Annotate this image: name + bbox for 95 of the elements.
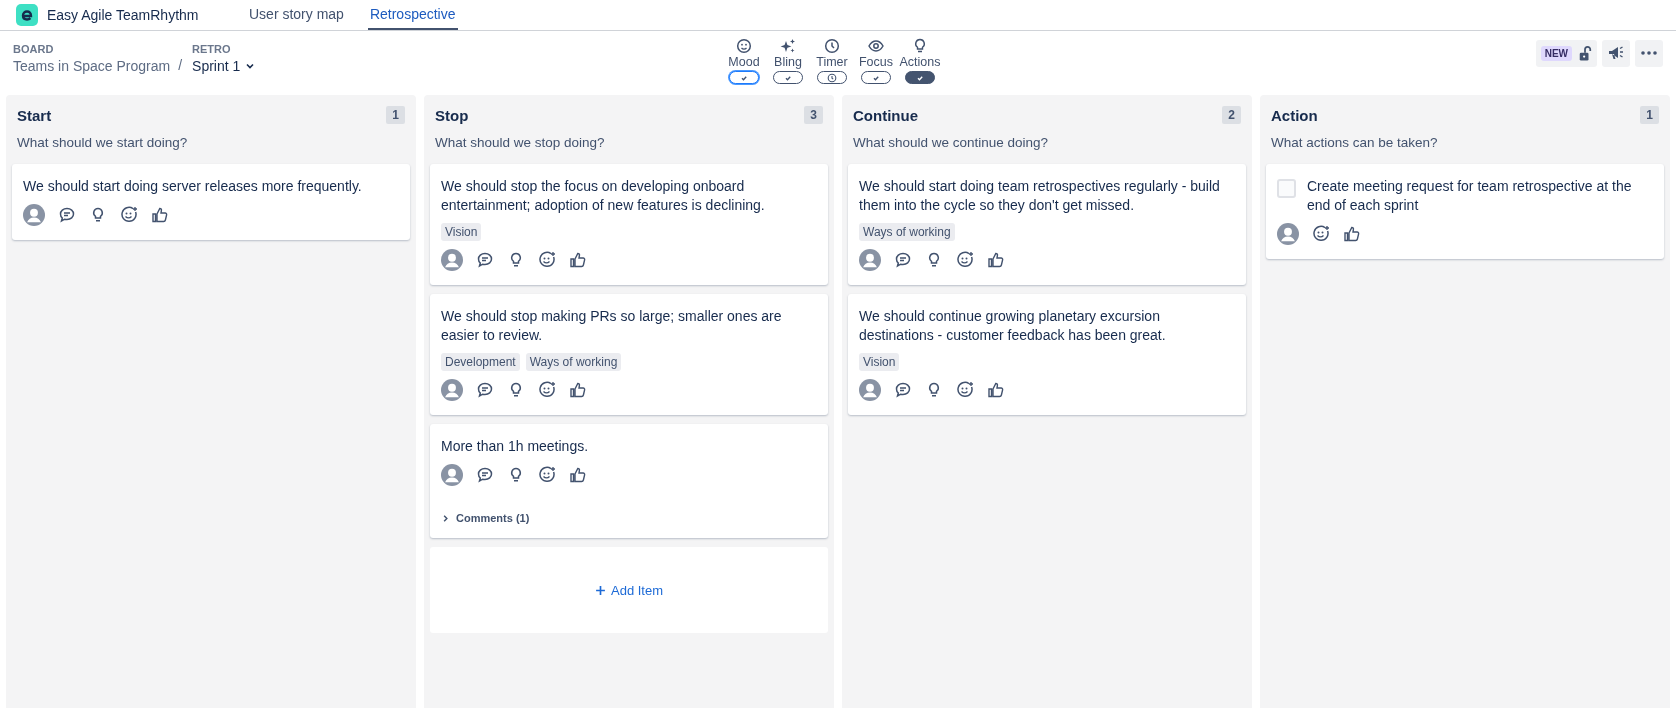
comment-icon[interactable]	[894, 251, 912, 269]
tool-toggle[interactable]	[817, 71, 847, 84]
chevron-right-icon	[441, 513, 450, 523]
card-text: We should start doing server releases more frequently.	[23, 177, 363, 196]
tool-label: Timer	[816, 55, 848, 69]
retro-dropdown[interactable]: Sprint 1	[192, 57, 256, 74]
lock-button[interactable]: NEW	[1535, 39, 1597, 67]
lightbulb-icon	[912, 38, 928, 54]
retro-card[interactable]: Create meeting request for team retrospective at the end of each sprint	[1266, 164, 1664, 259]
card-text: More than 1h meetings.	[441, 437, 590, 456]
thumbs-up-icon[interactable]	[1343, 225, 1361, 243]
avatar-icon[interactable]	[441, 379, 463, 401]
app-logo-icon	[16, 4, 38, 26]
retro-card[interactable]: We should continue growing planetary excursion destinations - customer feedback has been great. Vision	[848, 294, 1246, 415]
add-reaction-icon[interactable]	[956, 251, 974, 269]
avatar-icon[interactable]	[859, 379, 881, 401]
add-reaction-icon[interactable]	[956, 381, 974, 399]
action-checkbox[interactable]	[1277, 179, 1296, 198]
tool-label: Mood	[728, 55, 760, 69]
app-name: Easy Agile TeamRhythm	[47, 7, 200, 23]
column-prompt: What should we start doing?	[16, 135, 189, 150]
tool-toggle[interactable]	[773, 71, 803, 84]
column-prompt: What actions can be taken?	[1270, 135, 1439, 150]
comment-icon[interactable]	[58, 206, 76, 224]
comment-icon[interactable]	[476, 381, 494, 399]
thumbs-up-icon[interactable]	[569, 381, 587, 399]
column-prompt: What should we stop doing?	[434, 135, 606, 150]
comment-icon[interactable]	[476, 251, 494, 269]
column-title: Action	[1271, 106, 1318, 124]
card-text: We should stop making PRs so large; smaller ones are easier to review.	[441, 307, 783, 345]
add-reaction-icon[interactable]	[1312, 225, 1330, 243]
card-tag[interactable]: Ways of working	[859, 223, 955, 241]
retro-card[interactable]: More than 1h meetings. Comments (1)	[430, 424, 828, 538]
plus-icon	[595, 584, 606, 596]
more-options-button[interactable]	[1635, 39, 1663, 67]
megaphone-button[interactable]	[1602, 39, 1630, 67]
tool-toggle[interactable]	[729, 71, 759, 84]
add-reaction-icon[interactable]	[538, 381, 556, 399]
thumbs-up-icon[interactable]	[569, 466, 587, 484]
more-icon	[1640, 50, 1658, 56]
retro-card[interactable]: We should stop making PRs so large; smaller ones are easier to review. Development Ways of working	[430, 294, 828, 415]
add-item-button[interactable]: Add Item	[430, 547, 828, 633]
tool-toggle[interactable]	[861, 71, 891, 84]
tool-label: Focus	[858, 55, 893, 69]
card-tag[interactable]: Development	[441, 353, 520, 371]
comments-toggle[interactable]: Comments (1)	[441, 512, 530, 524]
column-title: Start	[17, 106, 52, 124]
avatar-icon[interactable]	[441, 464, 463, 486]
board-label: BOARD	[13, 42, 55, 55]
retro-card[interactable]: We should start doing team retrospectives regularly - build them into the cycle so they don't get missed. Ways of working	[848, 164, 1246, 285]
nav-tab[interactable]: Retrospective	[367, 0, 458, 30]
card-count: 1	[1640, 106, 1659, 124]
clock-icon	[827, 72, 837, 83]
breadcrumb-separator: /	[178, 56, 183, 73]
tool-label: Actions	[899, 55, 941, 69]
card-text: We should stop the focus on developing onboard entertainment; adoption of new features is declining.	[441, 177, 766, 215]
avatar-icon[interactable]	[859, 249, 881, 271]
smiley-icon	[736, 38, 752, 54]
clock-icon	[824, 38, 840, 54]
card-tag[interactable]: Vision	[859, 353, 900, 371]
thumbs-up-icon[interactable]	[987, 381, 1005, 399]
avatar-icon[interactable]	[23, 204, 45, 226]
avatar-icon[interactable]	[1277, 223, 1299, 245]
card-text: We should continue growing planetary excursion destinations - customer feedback has been great.	[859, 307, 1167, 345]
megaphone-icon	[1607, 45, 1625, 61]
column-title: Continue	[853, 106, 918, 124]
comment-icon[interactable]	[894, 381, 912, 399]
eye-icon	[868, 38, 884, 54]
comment-icon[interactable]	[476, 466, 494, 484]
padlock-icon	[1578, 44, 1592, 62]
card-text: We should start doing team retrospectives regularly - build them into the cycle so they don't get missed.	[859, 177, 1221, 215]
tool-label: Bling	[774, 55, 802, 69]
board-link[interactable]: Teams in Space Program	[13, 57, 171, 74]
nav-tab[interactable]: User story map	[247, 0, 346, 30]
add-reaction-icon[interactable]	[538, 466, 556, 484]
card-count: 2	[1222, 106, 1241, 124]
tool-toggle[interactable]	[905, 71, 935, 84]
card-tag[interactable]: Vision	[441, 223, 482, 241]
thumbs-up-icon[interactable]	[151, 206, 169, 224]
avatar-icon[interactable]	[441, 249, 463, 271]
thumbs-up-icon[interactable]	[987, 251, 1005, 269]
add-reaction-icon[interactable]	[538, 251, 556, 269]
column-prompt: What should we continue doing?	[852, 135, 1050, 150]
add-reaction-icon[interactable]	[120, 206, 138, 224]
card-tag[interactable]: Ways of working	[525, 353, 622, 371]
sparkles-icon	[780, 38, 796, 54]
retro-label: RETRO	[192, 42, 232, 55]
thumbs-up-icon[interactable]	[569, 251, 587, 269]
retro-card[interactable]: We should stop the focus on developing onboard entertainment; adoption of new features is declining. Vision	[430, 164, 828, 285]
card-count: 3	[804, 106, 823, 124]
action-text: Create meeting request for team retrospective at the end of each sprint	[1307, 177, 1633, 215]
new-badge: NEW	[1540, 45, 1572, 61]
column-title: Stop	[435, 106, 469, 124]
card-count: 1	[386, 106, 405, 124]
retro-card[interactable]: We should start doing server releases more frequently.	[12, 164, 410, 240]
